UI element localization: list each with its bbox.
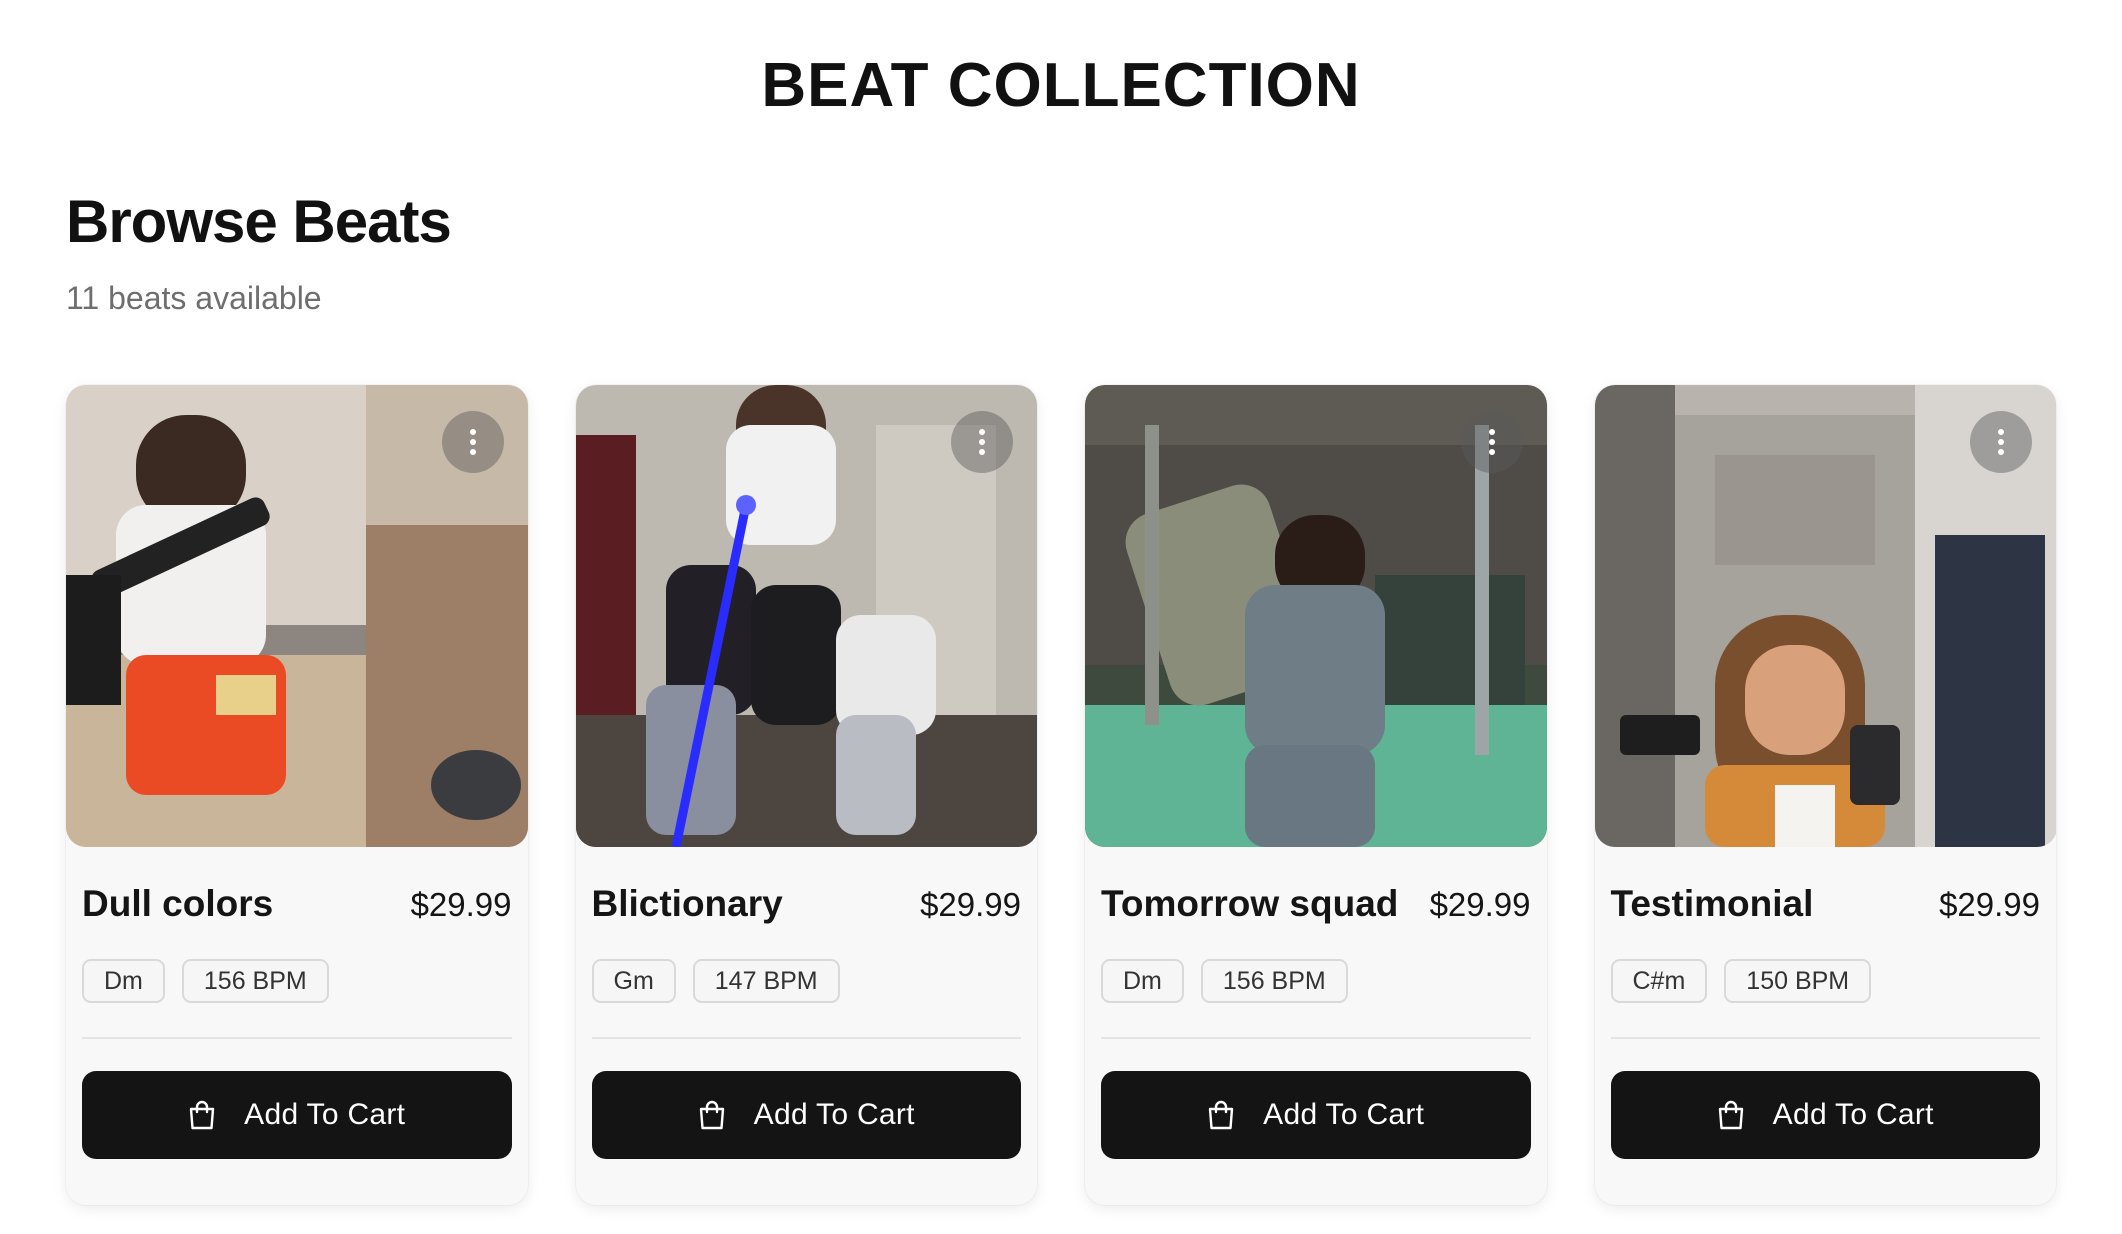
beat-card: Testimonial $29.99 C#m 150 BPM Add To Ca… [1594, 385, 2056, 1205]
add-to-cart-label: Add To Cart [1772, 1098, 1934, 1131]
shopping-bag-icon [1718, 1100, 1743, 1130]
key-tag: Gm [591, 959, 676, 1003]
beat-title[interactable]: Testimonial [1611, 883, 1814, 925]
shopping-bag-icon [1208, 1100, 1234, 1130]
beat-tags: Dm 156 BPM [1101, 959, 1531, 1003]
add-to-cart-button[interactable]: Add To Cart [82, 1071, 512, 1159]
beat-info: Dull colors $29.99 Dm 156 BPM Add To Car… [82, 847, 512, 1159]
beat-title[interactable]: Dull colors [82, 883, 273, 925]
beat-title[interactable]: Tomorrow squad [1101, 883, 1398, 925]
more-vertical-icon [1488, 429, 1495, 455]
add-to-cart-button[interactable]: Add To Cart [1610, 1071, 2040, 1159]
card-menu-button[interactable] [1970, 411, 2032, 473]
beat-tags: Dm 156 BPM [82, 959, 512, 1003]
bpm-tag: 156 BPM [1200, 959, 1348, 1003]
add-to-cart-label: Add To Cart [244, 1098, 406, 1131]
add-to-cart-button[interactable]: Add To Cart [1101, 1071, 1531, 1159]
beat-title-row: Blictionary $29.99 [592, 883, 1022, 925]
more-vertical-icon [469, 429, 476, 455]
bpm-tag: 156 BPM [181, 959, 329, 1003]
beat-info: Blictionary $29.99 Gm 147 BPM Add To Car… [591, 847, 1022, 1159]
divider [1610, 1037, 2040, 1039]
beat-info: Tomorrow squad $29.99 Dm 156 BPM Add To … [1101, 847, 1531, 1159]
more-vertical-icon [1998, 429, 2004, 455]
divider [82, 1037, 512, 1039]
page-title: BEAT COLLECTION [761, 51, 1361, 120]
bpm-tag: 150 BPM [1724, 959, 1872, 1003]
key-tag: Dm [1101, 959, 1184, 1003]
beat-price: $29.99 [1939, 886, 2040, 923]
beat-title[interactable]: Blictionary [592, 883, 783, 925]
beats-count: 11 beats available [66, 280, 322, 316]
beat-title-row: Tomorrow squad $29.99 [1101, 883, 1531, 925]
key-tag: Dm [82, 959, 165, 1003]
add-to-cart-label: Add To Cart [1263, 1098, 1425, 1131]
divider [591, 1037, 1021, 1039]
card-menu-button[interactable] [441, 411, 504, 473]
beat-price: $29.99 [920, 886, 1021, 923]
beat-tags: Gm 147 BPM [591, 959, 1022, 1003]
more-vertical-icon [979, 429, 985, 455]
browse-heading: Browse Beats [66, 188, 452, 255]
beat-price: $29.99 [1429, 886, 1531, 923]
shopping-bag-icon [699, 1100, 724, 1130]
bpm-tag: 147 BPM [692, 959, 840, 1003]
card-menu-button[interactable] [951, 411, 1013, 473]
shopping-bag-icon [189, 1100, 215, 1130]
add-to-cart-label: Add To Cart [753, 1098, 915, 1131]
beat-grid: Dull colors $29.99 Dm 156 BPM Add To Car… [66, 385, 2056, 1205]
key-tag: C#m [1610, 959, 1708, 1003]
beat-price: $29.99 [410, 886, 512, 923]
beat-card: Blictionary $29.99 Gm 147 BPM Add To Car… [575, 385, 1037, 1205]
beat-card: Tomorrow squad $29.99 Dm 156 BPM Add To … [1085, 385, 1547, 1205]
beat-title-row: Dull colors $29.99 [82, 883, 512, 925]
add-to-cart-button[interactable]: Add To Cart [591, 1071, 1021, 1159]
beat-tags: C#m 150 BPM [1610, 959, 2041, 1003]
divider [1101, 1037, 1531, 1039]
beat-card: Dull colors $29.99 Dm 156 BPM Add To Car… [66, 385, 528, 1205]
beat-info: Testimonial $29.99 C#m 150 BPM Add To Ca… [1610, 847, 2041, 1159]
beat-title-row: Testimonial $29.99 [1611, 883, 2041, 925]
card-menu-button[interactable] [1460, 411, 1523, 473]
